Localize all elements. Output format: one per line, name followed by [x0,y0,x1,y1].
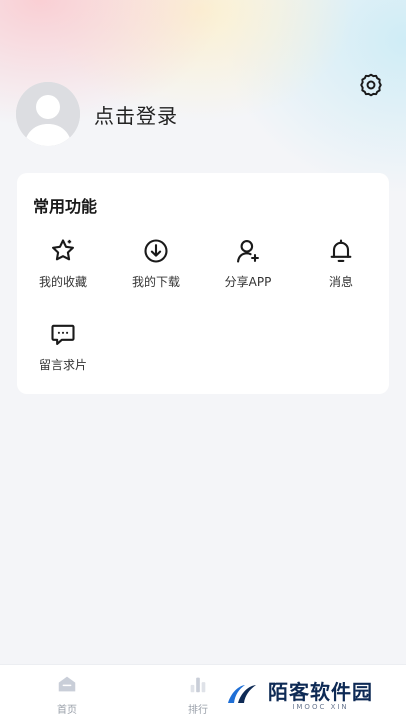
feature-label: 分享APP [224,275,272,289]
login-area[interactable]: 点击登录 [16,82,178,146]
watermark-subtitle: IMOOC XIN [292,703,349,711]
features-title: 常用功能 [33,197,98,216]
tab-ranking[interactable]: 排行 [168,673,228,716]
ranking-icon [168,673,228,699]
gear-icon [358,72,384,102]
star-icon [23,235,103,267]
home-icon [37,673,97,699]
watermark-logo-icon [222,679,262,713]
download-icon [116,235,196,267]
feature-share-app[interactable]: 分享APP [208,235,288,290]
bell-icon [301,235,381,267]
avatar[interactable] [16,82,80,146]
tab-label: 首页 [57,705,77,716]
message-icon [23,318,103,350]
tab-label: 排行 [188,705,208,716]
feature-label: 我的下载 [131,275,180,289]
feature-label: 留言求片 [38,358,87,372]
common-features-card: 常用功能 我的收藏 我的下载 分享APP 消息 留言求片 [17,173,389,394]
share-user-icon [208,235,288,267]
feature-messages[interactable]: 消息 [301,235,381,290]
feature-downloads[interactable]: 我的下载 [116,235,196,290]
feature-label: 消息 [328,275,353,289]
watermark: 陌客软件园 IMOOC XIN [222,672,406,720]
tab-home[interactable]: 首页 [37,673,97,716]
login-label[interactable]: 点击登录 [94,100,178,129]
feature-favorites[interactable]: 我的收藏 [23,235,103,290]
feature-label: 我的收藏 [38,275,87,289]
settings-button[interactable] [356,72,386,102]
feature-request-movie[interactable]: 留言求片 [23,318,103,373]
watermark-title: 陌客软件园 [268,680,373,704]
